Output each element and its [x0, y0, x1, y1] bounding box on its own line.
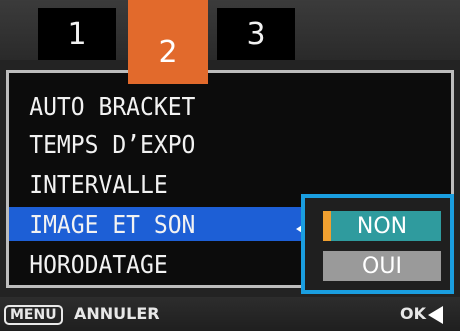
tab-2-label: 2 [158, 35, 178, 70]
options-popup: NON OUI [301, 194, 454, 294]
menu-item-auto-bracket[interactable]: AUTO BRACKET [9, 89, 303, 123]
tab-bar: 1 2 3 [0, 0, 460, 84]
menu-item-label: HORODATAGE [29, 249, 168, 279]
option-label: OUI [362, 253, 402, 279]
tab-1-label: 1 [67, 16, 87, 52]
option-label: NON [356, 213, 408, 239]
menu-item-horodatage[interactable]: HORODATAGE [9, 247, 303, 281]
tab-3-label: 3 [246, 16, 266, 52]
option-non[interactable]: NON [323, 211, 441, 241]
tab-2[interactable]: 2 [128, 0, 208, 84]
menu-item-intervalle[interactable]: INTERVALLE [9, 167, 303, 201]
option-oui[interactable]: OUI [323, 251, 441, 281]
tab-1[interactable]: 1 [38, 8, 116, 60]
cancel-label: ANNULER [74, 304, 160, 323]
menu-item-label: IMAGE ET SON [29, 209, 196, 239]
ok-label: OK [400, 304, 426, 323]
footer-bar: MENU ANNULER OK [0, 297, 460, 331]
menu-item-image-et-son[interactable]: IMAGE ET SON [9, 207, 313, 241]
selection-marker-icon [323, 211, 331, 241]
tab-3[interactable]: 3 [217, 8, 295, 60]
ok-arrow-icon [428, 306, 443, 324]
menu-item-label: AUTO BRACKET [29, 91, 196, 121]
menu-key-button[interactable]: MENU [4, 305, 63, 325]
menu-key-label: MENU [10, 307, 57, 323]
menu-item-label: TEMPS D’EXPO [29, 129, 196, 159]
menu-item-temps-expo[interactable]: TEMPS D’EXPO [9, 127, 303, 161]
camera-menu-screen: 1 2 3 AUTO BRACKET TEMPS D’EXPO INTERVAL… [0, 0, 460, 331]
menu-item-label: INTERVALLE [29, 169, 168, 199]
